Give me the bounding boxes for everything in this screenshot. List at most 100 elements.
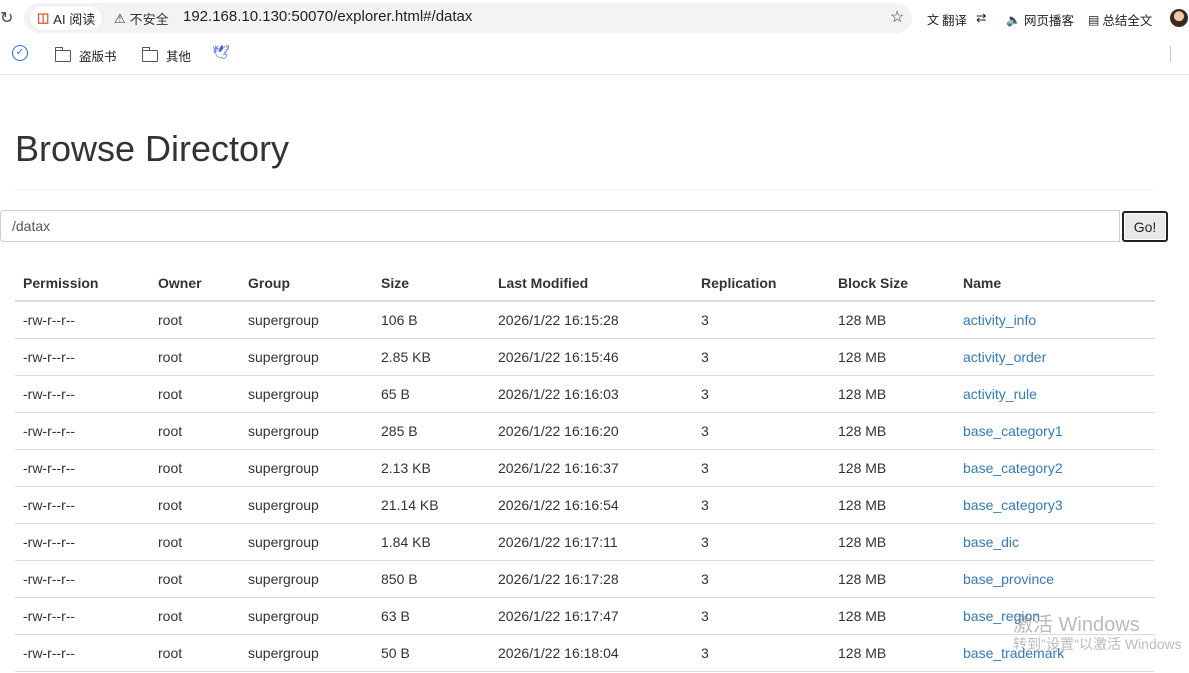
cell-replication: 3 [693, 486, 830, 524]
cell-size: 63 B [373, 597, 490, 635]
ai-read-button[interactable]: ◫ AI 阅读 [30, 6, 103, 30]
header-permission[interactable]: Permission [15, 265, 150, 302]
bookmarks-divider [1170, 46, 1171, 62]
cell-block-size: 128 MB [830, 523, 955, 561]
cell-block-size: 128 MB [830, 634, 955, 672]
cell-last-modified: 2026/1/22 16:17:47 [490, 597, 693, 635]
directory-path-input[interactable] [0, 210, 1120, 242]
profile-avatar[interactable] [1170, 9, 1188, 27]
file-name-link[interactable]: activity_rule [963, 386, 1037, 402]
cell-permission: -rw-r--r-- [15, 560, 150, 598]
cell-permission: -rw-r--r-- [15, 301, 150, 339]
cell-size: 850 B [373, 560, 490, 598]
cell-group: supergroup [240, 375, 373, 413]
cell-owner: root [150, 486, 240, 524]
cell-name: base_region [955, 597, 1155, 635]
cell-replication: 3 [693, 560, 830, 598]
cell-group: supergroup [240, 634, 373, 672]
table-row: -rw-r--r-- root supergroup 1.84 KB 2026/1/22… [15, 523, 1155, 561]
cell-group: supergroup [240, 523, 373, 561]
header-group[interactable]: Group [240, 265, 373, 302]
cell-size: 65 B [373, 375, 490, 413]
file-name-link[interactable]: activity_order [963, 349, 1046, 365]
file-name-link[interactable]: base_dic [963, 534, 1019, 550]
browser-chrome: ↻ ◫ AI 阅读 ⚠ 不安全 192.168.10.130:50070/exp… [0, 0, 1189, 75]
cell-group: supergroup [240, 597, 373, 635]
cell-name: base_category3 [955, 486, 1155, 524]
cell-replication: 3 [693, 634, 830, 672]
header-block-size[interactable]: Block Size [830, 265, 955, 302]
header-name[interactable]: Name [955, 265, 1155, 302]
bookmark-folder-other[interactable]: 其他 [141, 46, 192, 65]
cell-last-modified: 2026/1/22 16:15:46 [490, 338, 693, 376]
file-name-link[interactable]: base_province [963, 571, 1054, 587]
table-row: -rw-r--r-- root supergroup 285 B 2026/1/22 1… [15, 412, 1155, 450]
translate-label: 翻译 [942, 14, 968, 28]
file-name-link[interactable]: base_category2 [963, 460, 1063, 476]
title-divider [15, 189, 1155, 190]
swap-icon[interactable]: ⇄ [976, 10, 986, 25]
check-circle-icon[interactable]: ✓ [12, 45, 28, 61]
table-row: -rw-r--r-- root supergroup 2.85 KB 2026/1/22… [15, 338, 1155, 376]
cell-size: 50 B [373, 634, 490, 672]
cell-name: activity_info [955, 301, 1155, 339]
folder-icon [54, 46, 71, 62]
url-text[interactable]: 192.168.10.130:50070/explorer.html#/data… [183, 8, 472, 25]
cell-block-size: 128 MB [830, 597, 955, 635]
header-last-modified[interactable]: Last Modified [490, 265, 693, 302]
cell-block-size: 128 MB [830, 338, 955, 376]
bird-icon[interactable]: 🕊 [212, 44, 230, 61]
cell-replication: 3 [693, 375, 830, 413]
cell-group: supergroup [240, 560, 373, 598]
bookmark-folder-pirated-books[interactable]: 盗版书 [54, 46, 117, 65]
security-label: 不安全 [129, 12, 169, 27]
read-aloud-button[interactable]: 🔈 网页播客 [1006, 10, 1074, 29]
table-row: -rw-r--r-- root supergroup 50 B 2026/1/22 16… [15, 634, 1155, 672]
cell-permission: -rw-r--r-- [15, 523, 150, 561]
bookmark-label: 其他 [166, 50, 192, 64]
cell-replication: 3 [693, 597, 830, 635]
cell-last-modified: 2026/1/22 16:17:28 [490, 560, 693, 598]
address-row: ↻ ◫ AI 阅读 ⚠ 不安全 192.168.10.130:50070/exp… [0, 0, 1189, 36]
read-aloud-label: 网页播客 [1023, 14, 1074, 28]
cell-replication: 3 [693, 449, 830, 487]
folder-icon [141, 46, 158, 62]
cell-name: base_category1 [955, 412, 1155, 450]
cell-name: base_trademark [955, 634, 1155, 672]
file-name-link[interactable]: base_trademark [963, 645, 1064, 661]
table-row: -rw-r--r-- root supergroup 65 B 2026/1/22 16… [15, 375, 1155, 413]
file-name-link[interactable]: base_region [963, 608, 1040, 624]
cell-owner: root [150, 301, 240, 339]
document-icon: ▤ [1088, 12, 1100, 27]
table-row: -rw-r--r-- root supergroup 63 B 2026/1/22 16… [15, 597, 1155, 635]
cell-owner: root [150, 412, 240, 450]
table-row: -rw-r--r-- root supergroup 21.14 KB 2026/1/2… [15, 486, 1155, 524]
page-title: Browse Directory [15, 128, 290, 169]
cell-replication: 3 [693, 523, 830, 561]
cell-group: supergroup [240, 449, 373, 487]
cell-size: 2.13 KB [373, 449, 490, 487]
cell-owner: root [150, 597, 240, 635]
translate-button[interactable]: 文 翻译 [927, 10, 967, 29]
summarize-button[interactable]: ▤ 总结全文 [1088, 10, 1152, 29]
summarize-label: 总结全文 [1102, 14, 1153, 28]
header-size[interactable]: Size [373, 265, 490, 302]
reload-icon[interactable]: ↻ [0, 8, 13, 28]
cell-last-modified: 2026/1/22 16:18:04 [490, 634, 693, 672]
cell-block-size: 128 MB [830, 560, 955, 598]
file-name-link[interactable]: base_category3 [963, 497, 1063, 513]
ai-read-icon: ◫ [37, 10, 50, 25]
header-owner[interactable]: Owner [150, 265, 240, 302]
cell-size: 21.14 KB [373, 486, 490, 524]
bookmark-label: 盗版书 [79, 50, 117, 64]
go-button[interactable]: Go! [1122, 211, 1168, 242]
security-indicator[interactable]: ⚠ 不安全 [114, 9, 169, 28]
cell-last-modified: 2026/1/22 16:16:37 [490, 449, 693, 487]
file-name-link[interactable]: base_category1 [963, 423, 1063, 439]
cell-owner: root [150, 375, 240, 413]
cell-last-modified: 2026/1/22 16:16:03 [490, 375, 693, 413]
header-replication[interactable]: Replication [693, 265, 830, 302]
file-name-link[interactable]: activity_info [963, 312, 1036, 328]
bookmark-star-icon[interactable]: ☆ [890, 7, 904, 27]
table-row: -rw-r--r-- root supergroup 2.13 KB 2026/1/22… [15, 449, 1155, 487]
